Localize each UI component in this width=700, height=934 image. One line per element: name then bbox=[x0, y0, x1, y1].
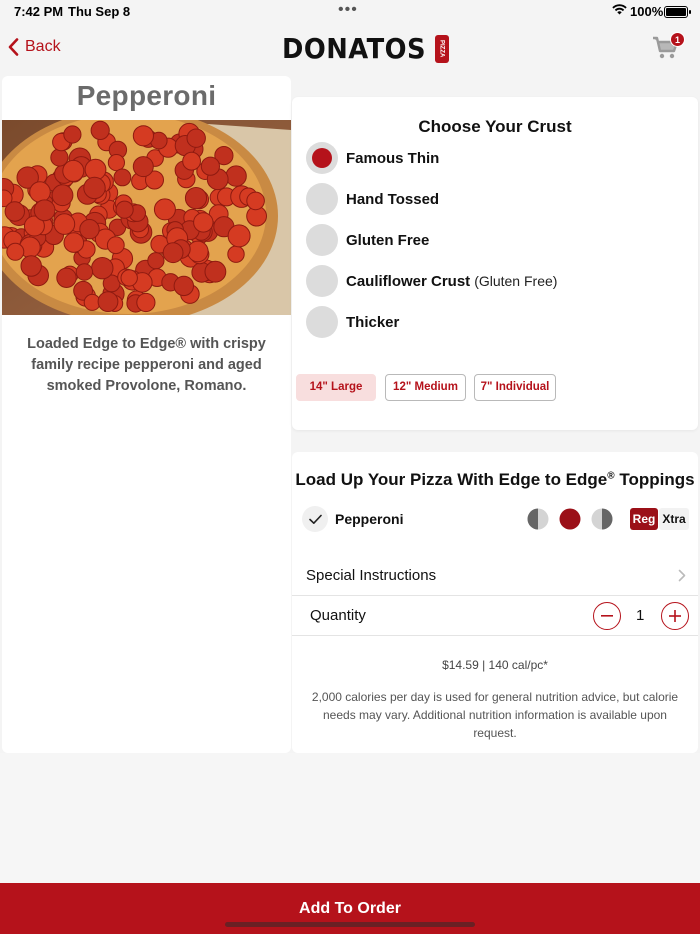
multitasking-dots-icon[interactable]: ••• bbox=[338, 1, 358, 19]
crust-option-famous-thin[interactable]: Famous Thin bbox=[306, 141, 439, 175]
back-label: Back bbox=[25, 38, 61, 55]
quantity-row: Quantity 1 bbox=[292, 596, 698, 636]
radio[interactable] bbox=[306, 306, 338, 338]
logo-badge: PIZZA bbox=[434, 34, 449, 63]
status-time: 7:42 PM bbox=[14, 4, 64, 19]
whole-coverage-icon[interactable] bbox=[559, 508, 581, 530]
regular-amount-button[interactable]: Reg bbox=[630, 508, 658, 530]
topping-row-pepperoni: Pepperoni Reg Xtra bbox=[302, 506, 692, 532]
status-bar: 7:42 PM Thu Sep 8 ••• 100% bbox=[0, 0, 700, 24]
crust-option-hand-tossed[interactable]: Hand Tossed bbox=[306, 182, 439, 216]
size-7-individual-button[interactable]: 7" Individual bbox=[474, 374, 556, 401]
crust-label: Gluten Free bbox=[346, 231, 430, 249]
logo-text: DONATOS bbox=[282, 32, 427, 65]
product-description: Loaded Edge to Edge® with crispy family … bbox=[27, 336, 266, 394]
topping-checkbox[interactable] bbox=[302, 506, 328, 532]
chevron-right-icon bbox=[678, 569, 686, 582]
crust-option-cauliflower[interactable]: Cauliflower Crust (Gluten Free) bbox=[306, 264, 557, 298]
status-date: Thu Sep 8 bbox=[68, 4, 131, 19]
cart-count-badge: 1 bbox=[670, 32, 685, 47]
special-instructions-label: Special Instructions bbox=[306, 567, 437, 584]
toppings-title-suffix: Toppings bbox=[614, 470, 695, 489]
product-title: Pepperoni bbox=[76, 80, 217, 111]
size-14-large-button[interactable]: 14" Large bbox=[296, 374, 376, 401]
radio[interactable] bbox=[306, 183, 338, 215]
wifi-icon bbox=[612, 3, 627, 18]
right-half-coverage-icon[interactable] bbox=[591, 508, 613, 530]
crust-label: Cauliflower Crust (Gluten Free) bbox=[346, 273, 557, 290]
increase-quantity-button[interactable] bbox=[661, 602, 689, 630]
chevron-left-icon bbox=[8, 38, 19, 56]
crust-label: Hand Tossed bbox=[346, 190, 440, 208]
battery-icon bbox=[664, 6, 691, 18]
extra-amount-button[interactable]: Xtra bbox=[659, 508, 689, 530]
cart-button[interactable]: 1 bbox=[652, 32, 685, 65]
crust-label-main: Cauliflower Crust bbox=[346, 272, 471, 290]
minus-icon bbox=[601, 615, 613, 617]
toppings-title-main: Load Up Your Pizza With Edge to Edge bbox=[295, 470, 608, 489]
crust-option-thicker[interactable]: Thicker bbox=[306, 305, 399, 339]
empty-area bbox=[0, 753, 700, 883]
home-indicator bbox=[225, 922, 475, 927]
left-half-coverage-icon[interactable] bbox=[527, 508, 549, 530]
size-12-medium-button[interactable]: 12" Medium bbox=[385, 374, 466, 401]
quantity-value: 1 bbox=[636, 607, 645, 624]
nav-bar: Back DONATOS PIZZA 1 bbox=[0, 24, 700, 76]
topping-name: Pepperoni bbox=[335, 511, 404, 527]
pizza-image bbox=[2, 120, 291, 315]
radio[interactable] bbox=[306, 265, 338, 297]
toppings-card: Load Up Your Pizza With Edge to Edge® To… bbox=[292, 452, 698, 753]
quantity-label: Quantity bbox=[310, 607, 366, 624]
toppings-title-mark: ® bbox=[607, 470, 615, 482]
back-button[interactable]: Back bbox=[8, 38, 61, 56]
crust-title: Choose Your Crust bbox=[418, 117, 572, 136]
donatos-logo: DONATOS PIZZA bbox=[282, 32, 449, 65]
crust-label-sub: (Gluten Free) bbox=[474, 272, 558, 289]
crust-label: Famous Thin bbox=[346, 149, 440, 167]
toppings-title: Load Up Your Pizza With Edge to Edge® To… bbox=[292, 470, 698, 490]
price-calories: $14.59 | 140 cal/pc* bbox=[442, 658, 548, 672]
crust-card: Choose Your Crust Famous Thin Hand Tosse… bbox=[292, 97, 698, 430]
radio[interactable] bbox=[306, 224, 338, 256]
special-instructions-row[interactable]: Special Instructions bbox=[292, 556, 698, 596]
crust-label: Thicker bbox=[346, 313, 400, 331]
battery-percent: 100% bbox=[630, 4, 664, 19]
crust-option-gluten-free[interactable]: Gluten Free bbox=[306, 223, 429, 257]
checkmark-icon bbox=[308, 514, 322, 524]
radio-selected[interactable] bbox=[306, 142, 338, 174]
decrease-quantity-button[interactable] bbox=[593, 602, 621, 630]
product-card: Pepperoni Loaded Edge to Edge® with cris… bbox=[2, 76, 291, 753]
nutrition-disclaimer: 2,000 calories per day is used for gener… bbox=[311, 690, 679, 740]
plus-icon bbox=[669, 610, 681, 622]
